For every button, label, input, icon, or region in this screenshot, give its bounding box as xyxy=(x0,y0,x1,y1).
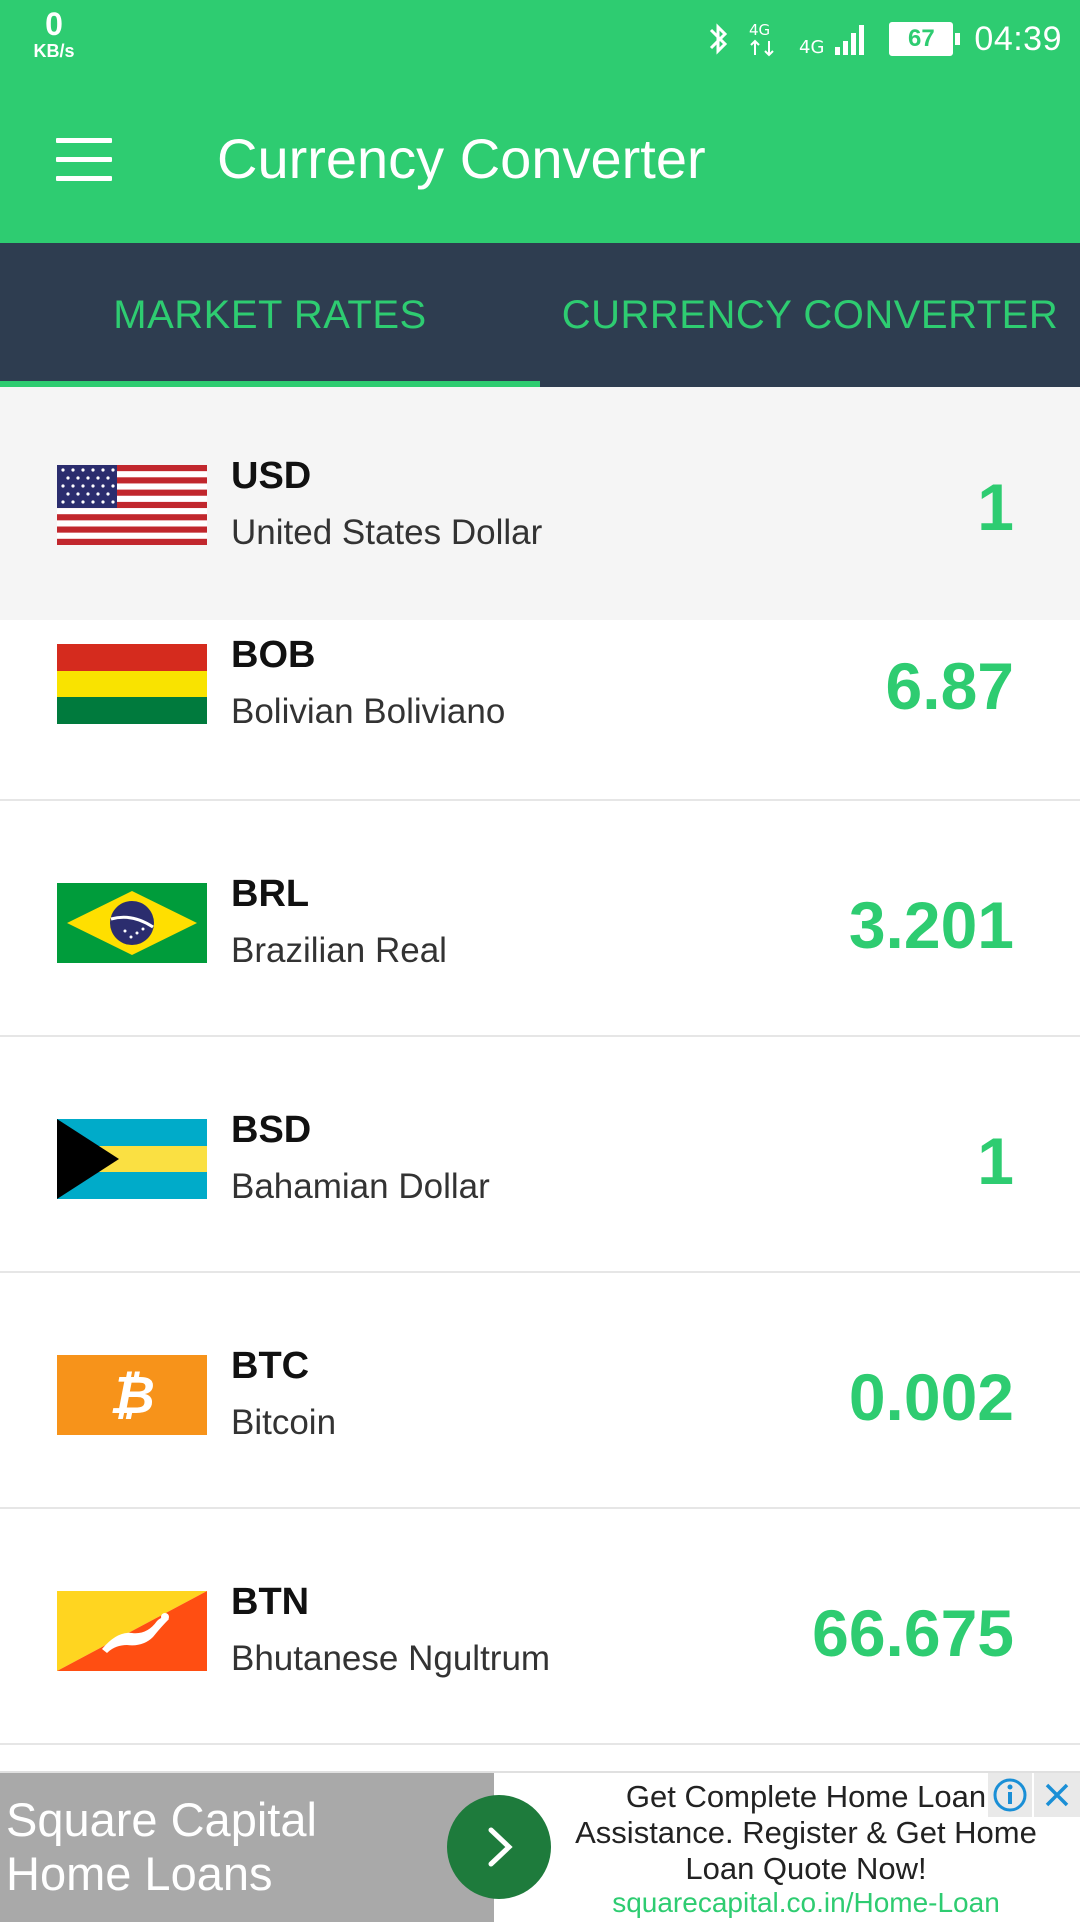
currency-rate: 1 xyxy=(977,1124,1014,1198)
bahamas-flag xyxy=(57,1119,207,1199)
currency-name: Bahamian Dollar xyxy=(231,1167,490,1206)
status-bar: 0 KB/s 4G 4G 67 04:39 xyxy=(0,0,1080,80)
currency-rate: 1 xyxy=(977,470,1014,544)
currency-code: USD xyxy=(231,455,312,497)
ad-url[interactable]: squarecapital.co.in/Home-Loan xyxy=(552,1887,1060,1919)
currency-rate: 3.201 xyxy=(848,888,1014,962)
ad-body-text: Get Complete Home Loan Assistance. Regis… xyxy=(575,1779,1037,1886)
currency-code: BRL xyxy=(231,873,310,915)
currency-row-btc[interactable]: ₿ BTC Bitcoin 0.002 xyxy=(0,1273,1080,1509)
ad-image[interactable]: Square Capital Home Loans xyxy=(0,1773,494,1922)
brazil-flag xyxy=(57,883,207,963)
network-label-2: 4G xyxy=(799,37,824,58)
currency-name: Bitcoin xyxy=(231,1403,337,1442)
chevron-right-icon xyxy=(488,1827,513,1867)
bhutan-flag xyxy=(57,1591,207,1671)
currency-rate: 6.87 xyxy=(885,649,1014,723)
app-bar: Currency Converter xyxy=(0,80,1080,243)
currency-row-bob[interactable]: BOB Bolivian Boliviano 6.87 xyxy=(0,620,1080,801)
page-title: Currency Converter xyxy=(217,127,706,190)
ad-open-button[interactable] xyxy=(447,1795,551,1899)
currency-name: Bhutanese Ngultrum xyxy=(231,1639,551,1678)
currency-code: BSD xyxy=(231,1109,312,1151)
ad-title-line-1: Square Capital xyxy=(6,1793,317,1846)
hamburger-menu-icon[interactable] xyxy=(42,120,122,200)
signal-icon: 4G xyxy=(799,19,875,59)
network-speed-value: 0 xyxy=(45,6,63,42)
bluetooth-icon xyxy=(703,21,733,57)
ad-title-line-2: Home Loans xyxy=(6,1847,273,1900)
network-label-1: 4G xyxy=(749,21,770,39)
us-flag xyxy=(57,465,207,545)
currency-list: USD United States Dollar 1 BOB Bolivian … xyxy=(0,387,1080,1745)
currency-row-usd[interactable]: USD United States Dollar 1 xyxy=(0,387,1080,620)
currency-name: Bolivian Boliviano xyxy=(231,692,506,731)
clock: 04:39 xyxy=(974,19,1062,58)
info-icon[interactable] xyxy=(988,1773,1032,1817)
currency-code: BTN xyxy=(231,1581,310,1623)
currency-code: BOB xyxy=(231,634,316,676)
data-4g-icon: 4G xyxy=(747,19,785,59)
network-speed-unit: KB/s xyxy=(33,41,75,61)
network-speed: 0 KB/s xyxy=(24,8,84,60)
currency-name: Brazilian Real xyxy=(231,931,447,970)
currency-code: BTC xyxy=(231,1345,310,1387)
battery-level: 67 xyxy=(889,22,954,56)
bolivia-flag xyxy=(57,644,207,724)
currency-rate: 0.002 xyxy=(848,1360,1014,1434)
ad-title: Square Capital Home Loans xyxy=(6,1793,486,1901)
currency-rate: 66.675 xyxy=(812,1596,1014,1670)
tab-currency-converter[interactable]: CURRENCY CONVERTER xyxy=(540,243,1080,387)
close-icon[interactable] xyxy=(1034,1773,1080,1817)
currency-row-brl[interactable]: BRL Brazilian Real 3.201 xyxy=(0,801,1080,1037)
status-icons: 4G 4G 67 04:39 xyxy=(703,14,1062,64)
svg-text:₿: ₿ xyxy=(109,1366,155,1426)
currency-name: United States Dollar xyxy=(231,513,543,552)
ad-banner[interactable]: Square Capital Home Loans Get Complete H… xyxy=(0,1771,1080,1922)
bitcoin-icon: ₿ xyxy=(57,1355,207,1435)
currency-row-btn[interactable]: BTN Bhutanese Ngultrum 66.675 xyxy=(0,1509,1080,1745)
battery-icon: 67 xyxy=(889,22,961,56)
currency-row-bsd[interactable]: BSD Bahamian Dollar 1 xyxy=(0,1037,1080,1273)
tab-bar: MARKET RATES CURRENCY CONVERTER xyxy=(0,243,1080,387)
tab-market-rates[interactable]: MARKET RATES xyxy=(0,243,540,387)
